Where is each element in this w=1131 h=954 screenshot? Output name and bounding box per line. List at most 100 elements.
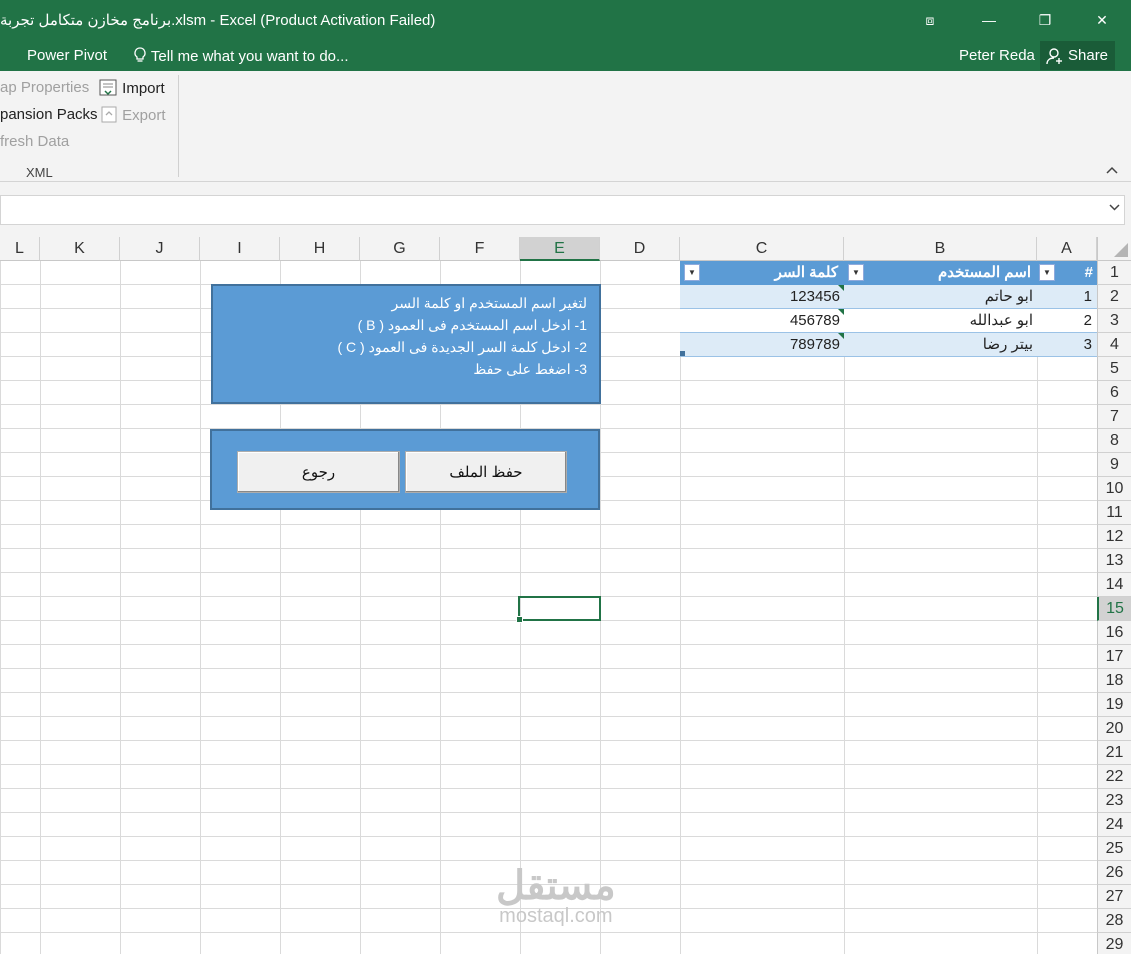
import-icon: [99, 79, 117, 96]
formula-bar[interactable]: [0, 195, 1125, 225]
row-header[interactable]: 1: [1097, 261, 1131, 285]
instruction-line: 1- ادخل اسم المستخدم فى العمود ( B ): [357, 317, 587, 333]
row-header[interactable]: 25: [1097, 837, 1131, 861]
row-header[interactable]: 8: [1097, 429, 1131, 453]
watermark-arabic: مستقل: [496, 864, 616, 908]
table-header-username[interactable]: ▼ اسم المستخدم: [844, 261, 1037, 285]
gridline: [40, 261, 41, 954]
table-cell-password[interactable]: 123456: [680, 285, 844, 309]
ribbon-display-options-button[interactable]: ⧈: [907, 0, 953, 40]
column-header-f[interactable]: F: [440, 237, 520, 261]
close-button[interactable]: ✕: [1079, 0, 1125, 40]
refresh-data-button[interactable]: fresh Data: [0, 133, 69, 150]
column-header-l[interactable]: L: [0, 237, 40, 261]
instructions-box[interactable]: لتغير اسم المستخدم او كلمة السر 1- ادخل …: [211, 284, 601, 404]
table-header-number[interactable]: ▼ #: [1037, 261, 1097, 285]
table-cell-username[interactable]: ابو حاتم: [844, 285, 1037, 309]
row-header[interactable]: 6: [1097, 381, 1131, 405]
row-header[interactable]: 21: [1097, 741, 1131, 765]
export-button[interactable]: Export: [101, 106, 166, 124]
filter-dropdown-icon[interactable]: ▼: [848, 264, 864, 281]
instructions-text: لتغير اسم المستخدم او كلمة السر 1- ادخل …: [337, 292, 587, 380]
map-properties-button[interactable]: ap Properties: [0, 79, 89, 96]
column-header-i[interactable]: I: [200, 237, 280, 261]
share-button[interactable]: Share: [1040, 41, 1115, 70]
row-header[interactable]: 29: [1097, 933, 1131, 954]
row-header[interactable]: 9: [1097, 453, 1131, 477]
tell-me-box[interactable]: Tell me what you want to do...: [133, 47, 349, 65]
select-all-button[interactable]: [1097, 237, 1131, 261]
table-cell-number[interactable]: 1: [1037, 285, 1097, 309]
gridline: [120, 261, 121, 954]
import-button[interactable]: Import: [99, 79, 165, 97]
active-cell-e15[interactable]: [516, 596, 601, 623]
person-icon: [1046, 47, 1062, 64]
ribbon-tabs: Power Pivot Tell me what you want to do.…: [0, 40, 1131, 71]
row-header[interactable]: 7: [1097, 405, 1131, 429]
close-icon: ✕: [1096, 11, 1108, 28]
restore-button[interactable]: ❐: [1022, 0, 1068, 40]
row-header[interactable]: 14: [1097, 573, 1131, 597]
column-header-k[interactable]: K: [40, 237, 120, 261]
row-header-selected[interactable]: 15: [1097, 597, 1131, 621]
table-cell-number[interactable]: 3: [1037, 333, 1097, 357]
ribbon: ap Properties pansion Packs fresh Data I…: [0, 71, 1131, 182]
column-header-e[interactable]: E: [520, 237, 600, 261]
export-label: Export: [122, 107, 166, 124]
gridline: [200, 261, 201, 954]
table-cell-password[interactable]: 456789: [680, 309, 844, 333]
row-header[interactable]: 4: [1097, 333, 1131, 357]
row-header[interactable]: 5: [1097, 357, 1131, 381]
column-header-c[interactable]: C: [680, 237, 844, 261]
gridline: [844, 261, 845, 954]
table-resize-handle[interactable]: [680, 351, 685, 356]
tell-me-text: Tell me what you want to do...: [150, 48, 349, 65]
minimize-button[interactable]: —: [966, 0, 1012, 40]
row-header[interactable]: 20: [1097, 717, 1131, 741]
row-header[interactable]: 22: [1097, 765, 1131, 789]
row-header[interactable]: 23: [1097, 789, 1131, 813]
column-header-b[interactable]: B: [844, 237, 1037, 261]
watermark-latin: mostaql.com: [499, 905, 613, 927]
table-cell-username[interactable]: ابو عبدالله: [844, 309, 1037, 333]
table-header-password[interactable]: ▼ كلمة السر: [680, 261, 844, 285]
expansion-packs-button[interactable]: pansion Packs: [0, 106, 98, 123]
column-header-a[interactable]: A: [1037, 237, 1097, 261]
row-header[interactable]: 27: [1097, 885, 1131, 909]
collapse-ribbon-button[interactable]: [1106, 163, 1118, 177]
row-header[interactable]: 12: [1097, 525, 1131, 549]
row-header[interactable]: 28: [1097, 909, 1131, 933]
column-header-g[interactable]: G: [360, 237, 440, 261]
back-button[interactable]: رجوع: [237, 451, 400, 493]
row-header[interactable]: 13: [1097, 549, 1131, 573]
row-header[interactable]: 2: [1097, 285, 1131, 309]
table-cell-number[interactable]: 2: [1037, 309, 1097, 333]
row-header[interactable]: 24: [1097, 813, 1131, 837]
filter-dropdown-icon[interactable]: ▼: [684, 264, 700, 281]
chevron-down-icon: [1109, 204, 1120, 211]
export-icon: [101, 106, 117, 123]
row-header[interactable]: 17: [1097, 645, 1131, 669]
column-header-d[interactable]: D: [600, 237, 680, 261]
row-header[interactable]: 16: [1097, 621, 1131, 645]
filter-dropdown-icon[interactable]: ▼: [1039, 264, 1055, 281]
ribbon-display-icon: ⧈: [925, 11, 935, 28]
user-name[interactable]: Peter Reda: [959, 47, 1035, 64]
save-file-button[interactable]: حفظ الملف: [405, 451, 567, 493]
row-header[interactable]: 26: [1097, 861, 1131, 885]
row-header[interactable]: 19: [1097, 693, 1131, 717]
row-header[interactable]: 18: [1097, 669, 1131, 693]
row-header[interactable]: 3: [1097, 309, 1131, 333]
lightbulb-icon: [134, 47, 146, 62]
table-cell-username[interactable]: بيتر رضا: [844, 333, 1037, 357]
row-header[interactable]: 10: [1097, 477, 1131, 501]
expand-formula-bar-button[interactable]: [1109, 202, 1120, 214]
column-header-j[interactable]: J: [120, 237, 200, 261]
column-header-h[interactable]: H: [280, 237, 360, 261]
xml-group-label: XML: [26, 165, 53, 180]
tab-power-pivot[interactable]: Power Pivot: [27, 47, 107, 64]
table-cell-password[interactable]: 789789: [680, 333, 844, 357]
restore-icon: ❐: [1038, 11, 1052, 28]
instruction-line: 2- ادخل كلمة السر الجديدة فى العمود ( C …: [337, 339, 587, 355]
row-header[interactable]: 11: [1097, 501, 1131, 525]
